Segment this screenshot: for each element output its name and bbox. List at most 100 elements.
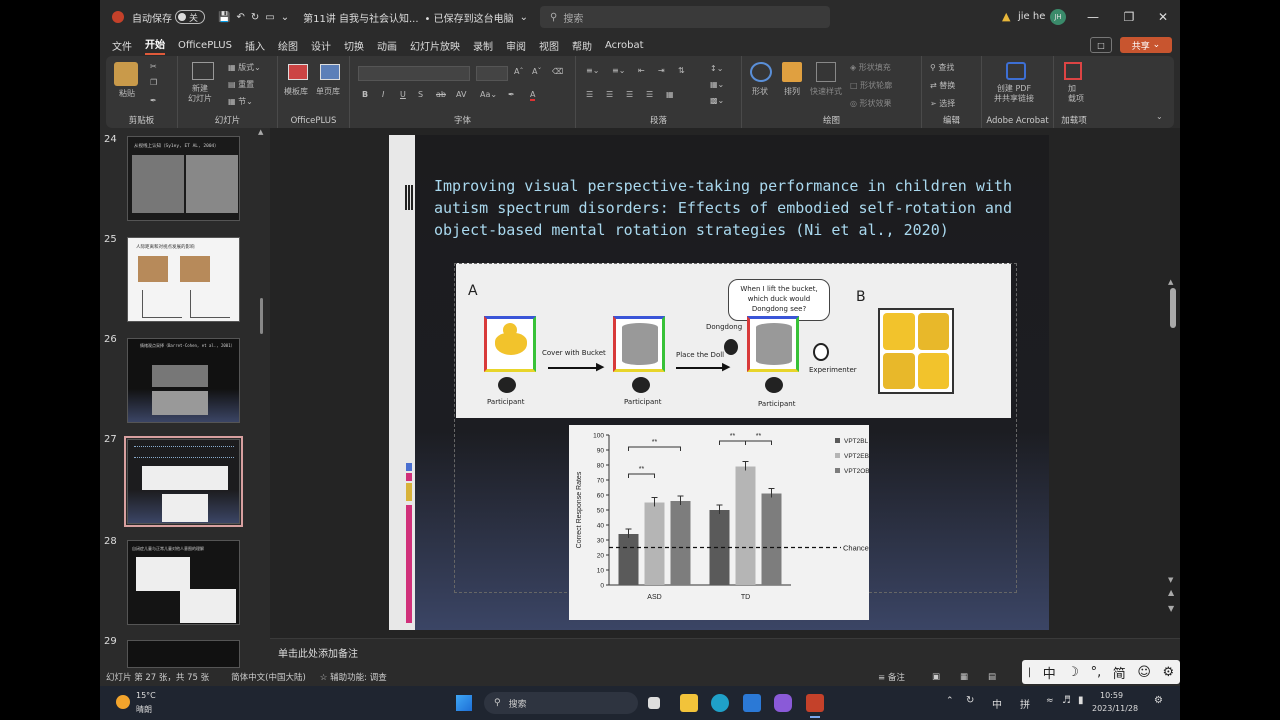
slide-thumbnail-29[interactable] xyxy=(127,640,240,668)
undo-icon[interactable]: ↶ xyxy=(236,12,244,23)
tab-transitions[interactable]: 切换 xyxy=(344,38,364,53)
ime-mode-indicator[interactable]: 拼 xyxy=(1020,696,1030,711)
arrange-label[interactable]: 排列 xyxy=(784,86,800,97)
customize-icon[interactable]: ⌄ xyxy=(281,12,289,23)
underline-icon[interactable]: U xyxy=(400,90,406,99)
single-page-label[interactable]: 单页库 xyxy=(316,86,340,97)
warning-icon[interactable]: ▲ xyxy=(1002,10,1010,23)
minimize-icon[interactable]: — xyxy=(1076,0,1110,34)
slide-counter[interactable]: 幻灯片 第 27 张，共 75 张 xyxy=(106,671,209,683)
tab-animations[interactable]: 动画 xyxy=(377,38,397,53)
slide-thumbnail-24[interactable]: 从视线上认知（Sy1ey, ET AL, 2004） xyxy=(127,136,240,221)
tab-officeplus[interactable]: OfficePLUS xyxy=(178,40,232,51)
decrease-indent-icon[interactable]: ⇤ xyxy=(638,66,645,75)
autosave-toggle[interactable]: 自动保存 关 xyxy=(132,10,208,25)
numbering-icon[interactable]: ≡⌄ xyxy=(612,66,625,75)
tab-acrobat[interactable]: Acrobat xyxy=(605,40,644,51)
select-button[interactable]: ➢ 选择 xyxy=(930,98,955,109)
powerpoint-icon[interactable] xyxy=(806,694,824,712)
tab-insert[interactable]: 插入 xyxy=(245,38,265,53)
save-status[interactable]: • 已保存到这台电脑 xyxy=(425,10,514,25)
slide-thumbnail-26[interactable]: 情绪观点采择（Barret-Cohen, et al., 2001） xyxy=(127,338,240,423)
tab-home[interactable]: 开始 xyxy=(145,36,165,55)
share-button[interactable]: 共享 ⌄ xyxy=(1120,37,1172,53)
slide-thumbnail-28[interactable]: 自闭症儿童与正常儿童对他人意图的理解 xyxy=(127,540,240,625)
network-status-icon[interactable]: ↻ xyxy=(966,695,974,706)
format-painter-icon[interactable]: ✒ xyxy=(150,96,157,105)
wifi-icon[interactable]: ≈ xyxy=(1046,696,1054,706)
increase-indent-icon[interactable]: ⇥ xyxy=(658,66,665,75)
bullets-icon[interactable]: ≡⌄ xyxy=(586,66,599,75)
normal-view-icon[interactable]: ▣ xyxy=(932,672,940,682)
new-slide-icon[interactable] xyxy=(192,62,214,80)
columns-icon[interactable]: ▦ xyxy=(666,90,674,99)
align-right-icon[interactable]: ☰ xyxy=(626,90,633,99)
clock-date[interactable]: 2023/11/28 xyxy=(1092,704,1138,713)
slide-thumbnail-25[interactable]: 人际距离和对视点发展的影响 xyxy=(127,237,240,322)
ime-simplified-button[interactable]: 简 xyxy=(1113,663,1126,682)
justify-icon[interactable]: ☰ xyxy=(646,90,653,99)
battery-icon[interactable]: ▮ xyxy=(1078,695,1084,706)
tab-file[interactable]: 文件 xyxy=(112,38,132,53)
shape-icon[interactable] xyxy=(750,62,772,82)
weather-temp[interactable]: 15°C xyxy=(136,691,156,700)
shrink-font-icon[interactable]: Aˇ xyxy=(532,67,541,76)
next-slide-icon[interactable]: ▼ xyxy=(1168,604,1174,613)
weather-icon[interactable] xyxy=(116,695,130,709)
ime-handle-icon[interactable]: | xyxy=(1028,667,1031,678)
align-left-icon[interactable]: ☰ xyxy=(586,90,593,99)
current-slide[interactable]: Improving visual perspective-taking perf… xyxy=(389,135,1049,630)
create-pdf-label[interactable]: 创建 PDF 并共享链接 xyxy=(994,84,1034,104)
scroll-down-icon[interactable]: ▼ xyxy=(1168,576,1173,584)
clock-time[interactable]: 10:59 xyxy=(1100,691,1123,700)
reset-button[interactable]: ▤ 重置 xyxy=(228,79,254,90)
grow-font-icon[interactable]: Aˆ xyxy=(514,67,523,76)
file-name[interactable]: 第11讲 自我与社会认知... xyxy=(303,10,418,25)
bar-chart-panel[interactable]: 0 10 20 30 40 50 60 70 80 90 100 Correct Response R… xyxy=(569,425,870,620)
chevron-down-icon[interactable]: ⌄ xyxy=(520,12,528,23)
find-button[interactable]: ⚲ 查找 xyxy=(930,62,954,73)
replace-button[interactable]: ⇄ 替换 xyxy=(930,80,955,91)
shape-fill-button[interactable]: ◈ 形状填充 xyxy=(850,62,891,73)
moon-icon[interactable]: ☽ xyxy=(1067,665,1079,680)
shape-effect-button[interactable]: ◎ 形状效果 xyxy=(850,98,892,109)
weather-desc[interactable]: 晴朗 xyxy=(136,704,152,715)
highlight-icon[interactable]: ✒ xyxy=(508,90,515,99)
tab-help[interactable]: 帮助 xyxy=(572,38,592,53)
text-direction-icon[interactable]: ↕⌄ xyxy=(710,64,723,73)
prev-slide-icon[interactable]: ▲ xyxy=(1168,588,1174,597)
paste-label[interactable]: 粘贴 xyxy=(119,88,135,99)
font-family-select[interactable] xyxy=(358,66,470,81)
align-center-icon[interactable]: ☰ xyxy=(606,90,613,99)
ime-mode-button[interactable]: 中 xyxy=(1043,663,1056,682)
font-color-icon[interactable]: A xyxy=(530,90,536,101)
notes-button[interactable]: ≡ 备注 xyxy=(878,671,905,683)
single-page-icon[interactable] xyxy=(320,64,340,80)
store-icon[interactable] xyxy=(743,694,761,712)
spacing-icon[interactable]: AV xyxy=(456,90,466,99)
file-explorer-icon[interactable] xyxy=(680,694,698,712)
strikethrough-icon[interactable]: ab xyxy=(436,90,446,99)
case-icon[interactable]: Aa⌄ xyxy=(480,90,497,99)
line-spacing-icon[interactable]: ⇅ xyxy=(678,66,685,75)
toggle-switch[interactable]: 关 xyxy=(175,10,205,24)
emoji-icon[interactable]: ☺ xyxy=(1137,665,1151,680)
accessibility-status[interactable]: ☆ 辅助功能: 调查 xyxy=(320,671,387,683)
section-button[interactable]: ▦ 节⌄ xyxy=(228,96,253,107)
tab-slideshow[interactable]: 幻灯片放映 xyxy=(410,38,460,53)
scroll-up-icon[interactable]: ▲ xyxy=(1168,278,1173,286)
gear-icon[interactable]: ⚙ xyxy=(1163,665,1175,680)
tab-view[interactable]: 视图 xyxy=(539,38,559,53)
taskbar-search[interactable]: ⚲ 搜索 xyxy=(484,692,638,714)
volume-icon[interactable]: ♬ xyxy=(1062,695,1071,706)
copy-icon[interactable]: ❐ xyxy=(150,78,157,87)
vertical-scrollbar-thumb[interactable] xyxy=(1170,288,1176,328)
search-box[interactable]: ⚲ 搜索 xyxy=(540,6,830,28)
addin-label[interactable]: 加 载项 xyxy=(1068,84,1084,104)
tab-draw[interactable]: 绘图 xyxy=(278,38,298,53)
tab-record[interactable]: 录制 xyxy=(473,38,493,53)
redo-icon[interactable]: ↻ xyxy=(251,12,259,23)
comments-button[interactable]: □ xyxy=(1090,37,1112,53)
start-icon[interactable] xyxy=(456,695,472,711)
maximize-icon[interactable]: ❐ xyxy=(1112,0,1146,34)
